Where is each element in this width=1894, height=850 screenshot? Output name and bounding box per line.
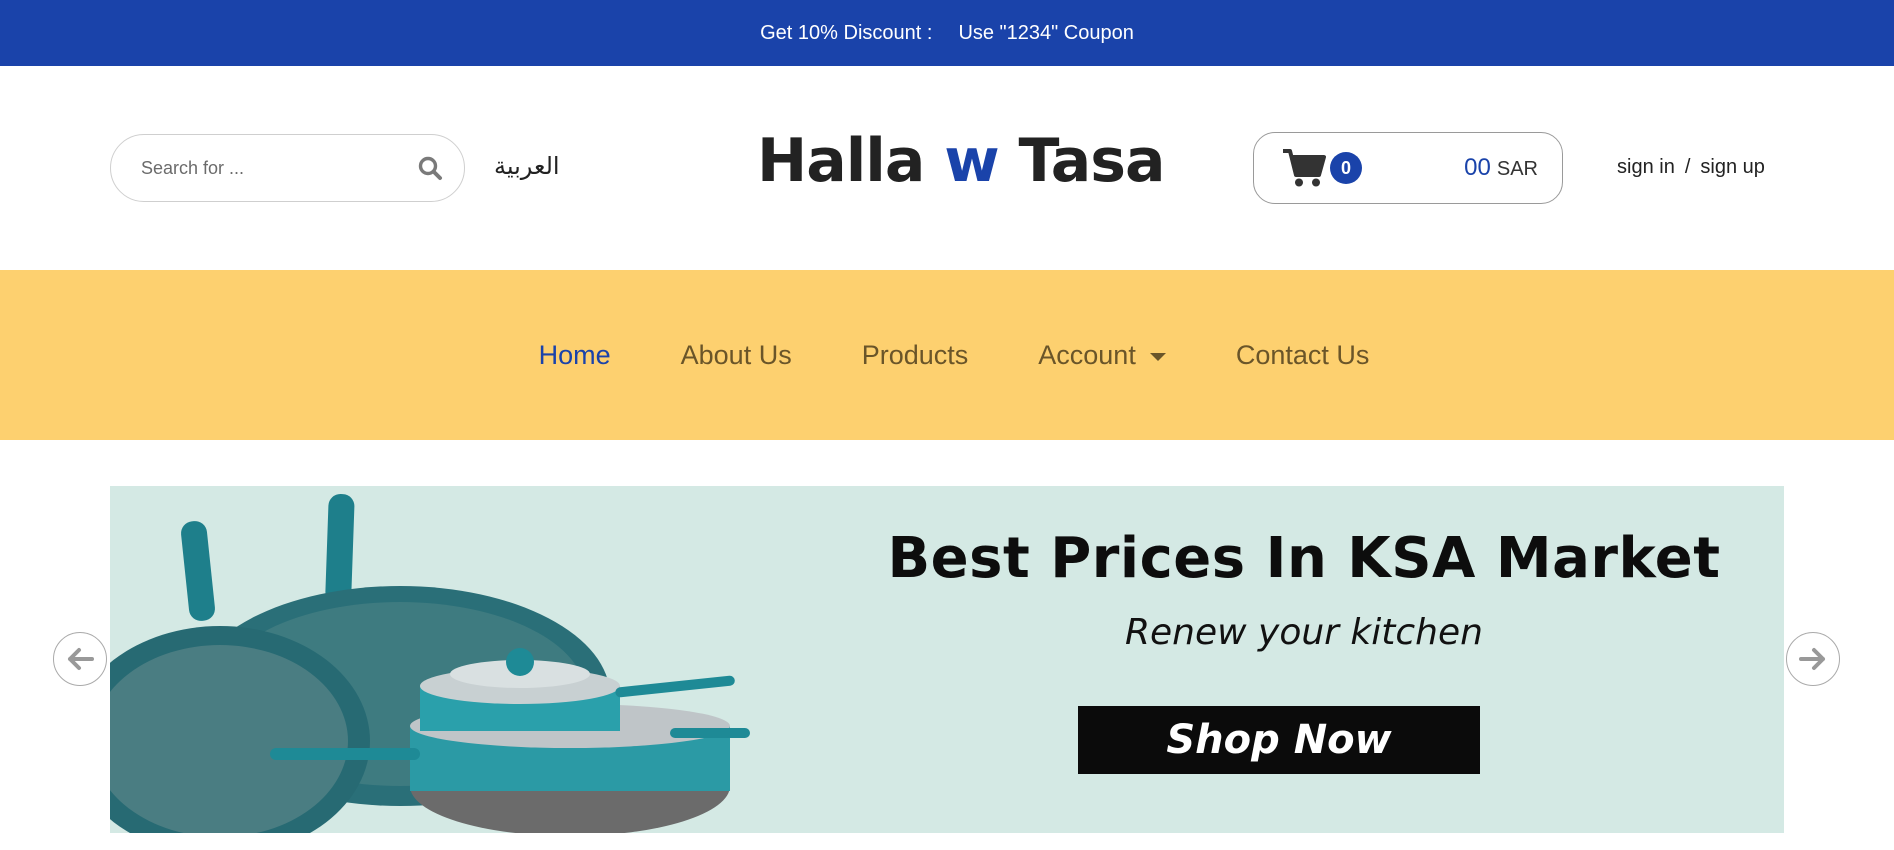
- cart-total: 00 SAR: [1464, 154, 1538, 182]
- site-logo[interactable]: Halla w Tasa: [757, 126, 1166, 206]
- hero-title: Best Prices In KSA Market: [887, 526, 1721, 591]
- nav-item-about-us[interactable]: About Us: [681, 340, 792, 371]
- search-icon[interactable]: [416, 154, 444, 182]
- hero-subtitle: Renew your kitchen: [1125, 612, 1483, 653]
- arrow-left-icon: [68, 648, 94, 670]
- sign-in-link[interactable]: sign in: [1617, 156, 1675, 179]
- cart-count-badge: 0: [1330, 152, 1362, 184]
- nav-item-contact-us[interactable]: Contact Us: [1236, 340, 1370, 371]
- main-nav: Home About Us Products Account Contact U…: [0, 270, 1894, 440]
- cart-currency: SAR: [1496, 158, 1538, 180]
- search-box: [110, 134, 465, 202]
- cart-icon: [1282, 148, 1326, 188]
- shop-now-button[interactable]: Shop Now: [1078, 706, 1480, 774]
- language-link[interactable]: العربية: [494, 152, 560, 180]
- logo-part-2: w: [944, 126, 999, 196]
- promo-bar: Get 10% Discount : Use "1234" Coupon: [0, 0, 1894, 66]
- search-input[interactable]: [141, 157, 416, 179]
- cookware-illustration: [110, 493, 750, 833]
- logo-part-1: Halla: [757, 126, 925, 196]
- hero-banner: Best Prices In KSA Market Renew your kit…: [110, 486, 1784, 833]
- caret-down-icon: [1149, 352, 1166, 361]
- nav-item-account[interactable]: Account: [1038, 340, 1166, 371]
- auth-separator: /: [1684, 156, 1691, 178]
- nav-item-home[interactable]: Home: [539, 340, 611, 371]
- arrow-right-icon: [1799, 648, 1825, 670]
- nav-item-products[interactable]: Products: [862, 340, 969, 371]
- auth-links: sign in / sign up: [1617, 156, 1765, 179]
- nav-item-account-label: Account: [1038, 339, 1136, 370]
- logo-part-3: Tasa: [1018, 126, 1166, 196]
- carousel-next-button[interactable]: [1786, 632, 1840, 686]
- cart-amount: 00: [1464, 154, 1491, 181]
- promo-label: Get 10% Discount :: [760, 21, 933, 44]
- cart-button[interactable]: 0 00 SAR: [1253, 132, 1563, 204]
- site-header: العربية Halla w Tasa 0 00 SAR sign in / …: [0, 66, 1894, 270]
- carousel-prev-button[interactable]: [53, 632, 107, 686]
- sign-up-link[interactable]: sign up: [1700, 156, 1765, 179]
- promo-coupon: Use "1234" Coupon: [958, 21, 1134, 44]
